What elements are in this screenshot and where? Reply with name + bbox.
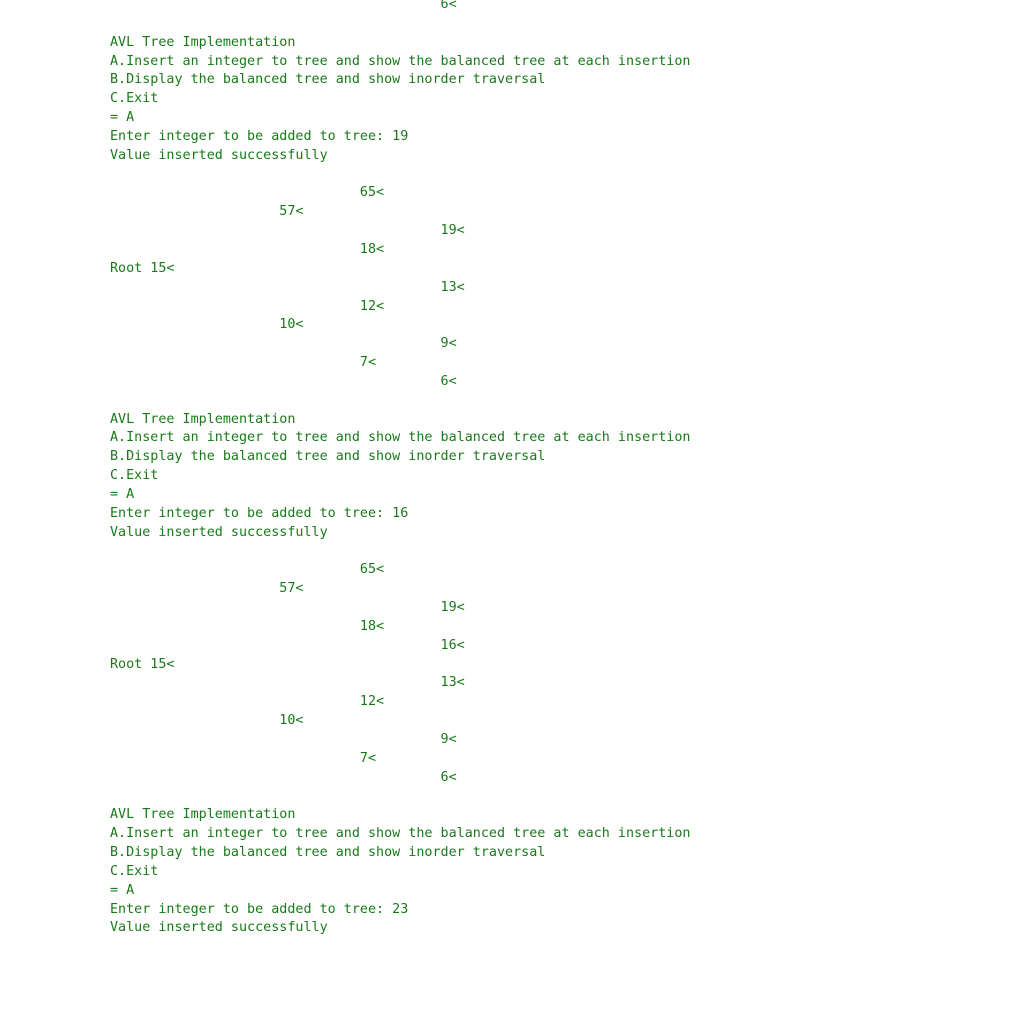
menu-title: AVL Tree Implementation	[110, 34, 296, 50]
tree-node: 6<	[110, 769, 457, 785]
menu-option-c: C.Exit	[110, 863, 159, 879]
tree-node: 12<	[110, 298, 385, 314]
tree-node: 19<	[110, 600, 465, 615]
tree-node: 7<	[110, 750, 377, 766]
menu-option-b: B.Display the balanced tree and show ino…	[110, 449, 546, 465]
tree-node: 13<	[110, 279, 465, 295]
tree-node: 6<	[110, 373, 457, 389]
menu-option-c: C.Exit	[110, 91, 159, 107]
tree-node: 9<	[110, 336, 457, 352]
tree-node: 65<	[110, 562, 385, 578]
menu-option-a: A.Insert an integer to tree and show the…	[110, 826, 691, 842]
menu-selection: = A	[110, 882, 135, 898]
menu-title: AVL Tree Implementation	[110, 411, 296, 427]
status-message: Value inserted successfully	[110, 920, 328, 936]
tree-node: 12<	[110, 694, 385, 710]
insert-prompt: Enter integer to be added to tree: 16	[110, 505, 409, 521]
tree-node: 19<	[110, 223, 465, 239]
tree-root-node: Root 15<	[110, 656, 175, 672]
terminal-output[interactable]: 6< AVL Tree Implementation A.Insert an int…	[110, 0, 1010, 938]
insert-prompt: Enter integer to be added to tree: 23	[110, 901, 409, 917]
menu-option-a: A.Insert an integer to tree and show the…	[110, 430, 691, 446]
tree-node: 16<	[110, 637, 465, 653]
tree-node: 65<	[110, 185, 385, 201]
tree-root-node: Root 15<	[110, 260, 175, 276]
tree-node: 6<	[110, 0, 457, 12]
tree-node: 18<	[110, 618, 385, 634]
insert-prompt: Enter integer to be added to tree: 19	[110, 128, 409, 144]
menu-option-b: B.Display the balanced tree and show ino…	[110, 844, 546, 860]
tree-node: 18<	[110, 241, 385, 257]
menu-title: AVL Tree Implementation	[110, 807, 296, 823]
status-message: Value inserted successfully	[110, 147, 328, 163]
tree-node: 10<	[110, 713, 304, 729]
tree-node: 57<	[110, 581, 304, 597]
tree-node: 7<	[110, 355, 377, 371]
tree-node: 9<	[110, 731, 457, 747]
menu-selection: = A	[110, 110, 135, 126]
tree-node: 10<	[110, 317, 304, 333]
menu-selection: = A	[110, 486, 135, 502]
menu-option-b: B.Display the balanced tree and show ino…	[110, 72, 546, 88]
menu-option-a: A.Insert an integer to tree and show the…	[110, 53, 691, 69]
status-message: Value inserted successfully	[110, 524, 328, 540]
menu-option-c: C.Exit	[110, 468, 159, 484]
tree-node: 13<	[110, 675, 465, 691]
tree-node: 57<	[110, 204, 304, 220]
